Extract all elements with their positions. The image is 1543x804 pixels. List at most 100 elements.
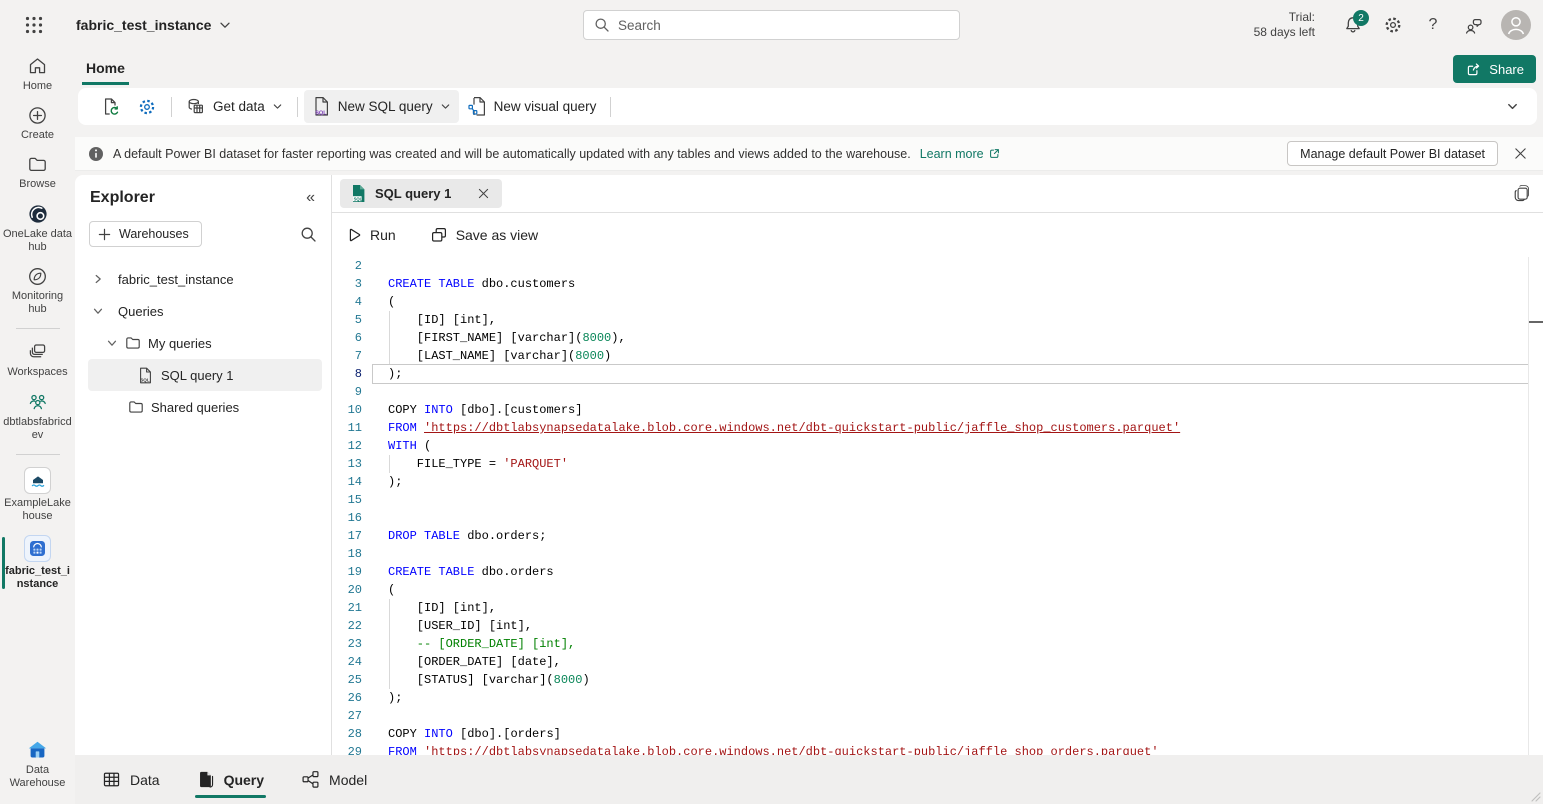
- get-data-button[interactable]: Get data: [178, 91, 291, 123]
- search-icon: [594, 17, 610, 33]
- nav-onelake-data-hub[interactable]: OneLake data hub: [0, 197, 75, 260]
- code-line[interactable]: 5 [ID] [int],: [332, 311, 1543, 329]
- chevron-right-icon[interactable]: [92, 274, 104, 284]
- code-line[interactable]: 25 [STATUS] [varchar](8000): [332, 671, 1543, 689]
- global-search[interactable]: [583, 10, 960, 40]
- new-sql-query-button[interactable]: SQL New SQL query: [304, 90, 459, 123]
- code-line[interactable]: 8);: [332, 365, 1543, 383]
- code-line[interactable]: 26);: [332, 689, 1543, 707]
- settings-button[interactable]: [1373, 5, 1413, 45]
- code-line[interactable]: 22 [USER_ID] [int],: [332, 617, 1543, 635]
- notifications-button[interactable]: 2: [1333, 5, 1373, 45]
- code-line[interactable]: 21 [ID] [int],: [332, 599, 1543, 617]
- tab-model[interactable]: Model: [299, 755, 369, 804]
- code-line[interactable]: 7 [LAST_NAME] [varchar](8000): [332, 347, 1543, 365]
- play-icon: [346, 227, 362, 243]
- code-line[interactable]: 17DROP TABLE dbo.orders;: [332, 527, 1543, 545]
- new-visual-query-button[interactable]: New visual query: [459, 90, 605, 123]
- learn-more-link[interactable]: Learn more: [920, 147, 1001, 161]
- tree-root-label: fabric_test_instance: [118, 272, 234, 287]
- collapse-ribbon-chevron[interactable]: [1498, 96, 1527, 117]
- info-banner: A default Power BI dataset for faster re…: [75, 137, 1543, 171]
- nav-workspaces[interactable]: Workspaces: [0, 335, 75, 385]
- chevron-down-icon[interactable]: [106, 338, 118, 348]
- run-button[interactable]: Run: [346, 227, 396, 243]
- nav-browse-label: Browse: [3, 178, 73, 191]
- code-line[interactable]: 9: [332, 383, 1543, 401]
- collapse-panel-icon[interactable]: «: [306, 189, 315, 207]
- tree-item-queries[interactable]: Queries: [75, 295, 331, 327]
- tree-sql-query-label: SQL query 1: [161, 368, 234, 383]
- nav-divider: [16, 328, 60, 329]
- code-line[interactable]: 20(: [332, 581, 1543, 599]
- svg-text:SQL: SQL: [140, 377, 150, 382]
- code-line[interactable]: 14);: [332, 473, 1543, 491]
- tab-query[interactable]: Query: [195, 755, 266, 804]
- manage-default-dataset-button[interactable]: Manage default Power BI dataset: [1287, 141, 1498, 166]
- feedback-button[interactable]: [1453, 5, 1493, 45]
- code-line[interactable]: 10COPY INTO [dbo].[customers]: [332, 401, 1543, 419]
- code-line[interactable]: 12WITH (: [332, 437, 1543, 455]
- app-launcher-icon[interactable]: [14, 5, 54, 45]
- tree-item-my-queries[interactable]: My queries: [75, 327, 331, 359]
- code-line[interactable]: 6 [FIRST_NAME] [varchar](8000),: [332, 329, 1543, 347]
- tab-close-icon[interactable]: [475, 185, 492, 202]
- nav-home[interactable]: Home: [0, 50, 75, 99]
- explorer-search-icon[interactable]: [300, 226, 317, 243]
- tree-item-sql-query-1[interactable]: SQL SQL query 1: [88, 359, 322, 391]
- code-line[interactable]: 16: [332, 509, 1543, 527]
- code-line[interactable]: 18: [332, 545, 1543, 563]
- nav-workspaces-label: Workspaces: [3, 366, 73, 379]
- code-line[interactable]: 3CREATE TABLE dbo.customers: [332, 275, 1543, 293]
- nav-browse[interactable]: Browse: [0, 148, 75, 197]
- code-line[interactable]: 15: [332, 491, 1543, 509]
- settings-gear-button[interactable]: [129, 91, 165, 123]
- code-line[interactable]: 23 -- [ORDER_DATE] [int],: [332, 635, 1543, 653]
- resize-grip[interactable]: [1529, 790, 1541, 802]
- code-line[interactable]: 11FROM 'https://dbtlabsynapsedatalake.bl…: [332, 419, 1543, 437]
- tab-data[interactable]: Data: [100, 755, 162, 804]
- tree-item-shared-queries[interactable]: Shared queries: [75, 391, 331, 423]
- code-line[interactable]: 28COPY INTO [dbo].[orders]: [332, 725, 1543, 743]
- nav-workspace-dbtlabsfabricdev[interactable]: dbtlabsfabricdev: [0, 385, 75, 448]
- main-area: Home Share Get data: [75, 50, 1543, 804]
- tab-home[interactable]: Home: [82, 53, 129, 85]
- nav-data-warehouse[interactable]: Data Warehouse: [0, 733, 75, 796]
- nav-item-examplelakehouse[interactable]: ExampleLakehouse: [0, 461, 75, 529]
- editor-tab-bar: SQL SQL query 1: [332, 175, 1543, 213]
- code-line[interactable]: 2: [332, 257, 1543, 275]
- tab-title: SQL query 1: [375, 186, 451, 201]
- chevron-down-icon[interactable]: [92, 306, 104, 316]
- search-input[interactable]: [618, 18, 949, 33]
- folder-icon: [125, 335, 141, 351]
- help-button[interactable]: ?: [1413, 5, 1453, 45]
- nav-monitoring-label: Monitoring hub: [3, 290, 73, 316]
- overview-ruler[interactable]: [1528, 257, 1529, 755]
- banner-close-icon[interactable]: [1507, 141, 1533, 167]
- code-line[interactable]: 29FROM 'https://dbtlabsynapsedatalake.bl…: [332, 743, 1543, 755]
- account-avatar[interactable]: [1501, 10, 1531, 40]
- code-line[interactable]: 27: [332, 707, 1543, 725]
- data-grid-icon: [102, 770, 121, 789]
- tab-sql-query-1[interactable]: SQL SQL query 1: [340, 179, 502, 208]
- code-line[interactable]: 4(: [332, 293, 1543, 311]
- refresh-semantic-model-button[interactable]: [92, 90, 129, 123]
- code-line[interactable]: 24 [ORDER_DATE] [date],: [332, 653, 1543, 671]
- code-line[interactable]: 19CREATE TABLE dbo.orders: [332, 563, 1543, 581]
- save-as-view-button[interactable]: Save as view: [430, 226, 538, 244]
- nav-create[interactable]: Create: [0, 99, 75, 148]
- code-line[interactable]: 13 FILE_TYPE = 'PARQUET': [332, 455, 1543, 473]
- nav-divider: [16, 454, 60, 455]
- copy-icon[interactable]: [1512, 184, 1531, 203]
- tree-item-root[interactable]: fabric_test_instance: [75, 263, 331, 295]
- nav-item-fabric-test-instance[interactable]: fabric_test_instance: [0, 529, 75, 597]
- share-button[interactable]: Share: [1453, 55, 1536, 83]
- nav-monitoring-hub[interactable]: Monitoring hub: [0, 260, 75, 322]
- workspace-title-dropdown[interactable]: fabric_test_instance: [76, 17, 231, 33]
- nav-create-label: Create: [3, 129, 73, 142]
- toolbar-divider: [610, 97, 611, 117]
- sql-code-editor[interactable]: 23CREATE TABLE dbo.customers4(5 [ID] [in…: [332, 257, 1543, 755]
- left-nav-rail: Home Create Browse OneLake data hub Moni…: [0, 50, 75, 804]
- home-icon: [27, 56, 48, 77]
- add-warehouses-button[interactable]: Warehouses: [89, 221, 202, 247]
